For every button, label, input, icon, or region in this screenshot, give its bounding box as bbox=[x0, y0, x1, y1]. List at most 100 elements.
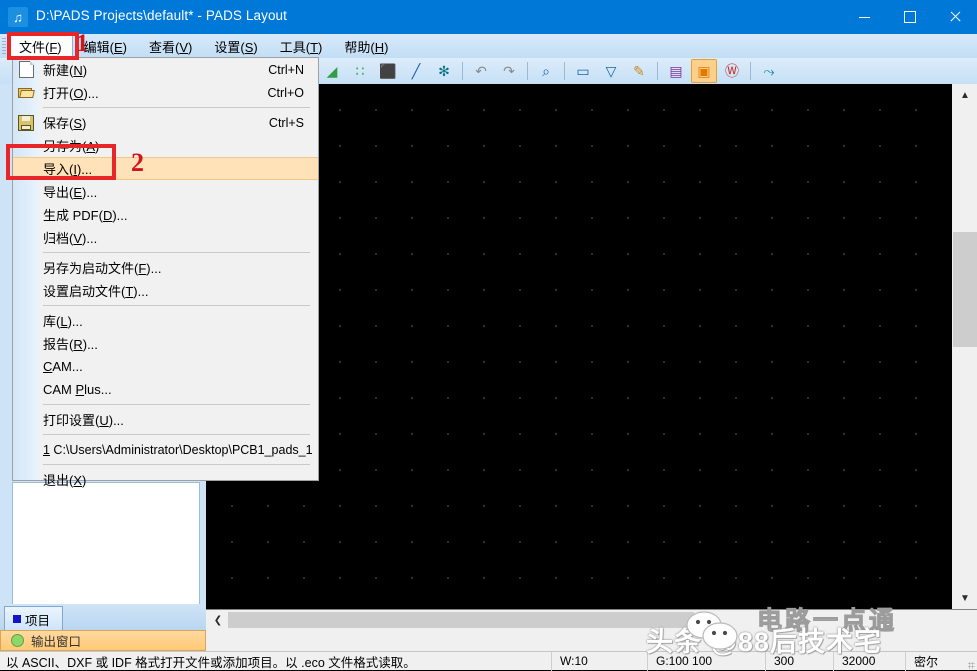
menu-item-library[interactable]: 库(L)... bbox=[13, 309, 318, 332]
menu-setup[interactable]: 设置(S) bbox=[203, 35, 268, 57]
split-plane-icon[interactable]: ✻ bbox=[431, 59, 457, 83]
scroll-left-icon[interactable]: ❮ bbox=[208, 610, 228, 630]
design-rules-icon[interactable]: ◢ bbox=[319, 59, 345, 83]
menu-tools[interactable]: 工具(T) bbox=[269, 35, 334, 57]
vertical-scrollbar-thumb[interactable] bbox=[953, 232, 977, 347]
project-tree-area[interactable] bbox=[12, 482, 200, 612]
menu-item-label: 设置启动文件(T)... bbox=[43, 284, 149, 299]
menu-item-cam[interactable]: CAM... bbox=[13, 355, 318, 378]
menu-item-label: CAM Plus... bbox=[43, 382, 112, 397]
menu-item-save[interactable]: 保存(S) Ctrl+S bbox=[13, 111, 318, 134]
menu-label: 查看(V) bbox=[149, 39, 193, 55]
menu-item-reports[interactable]: 报告(R)... bbox=[13, 332, 318, 355]
menu-item-label: 打开(O)... bbox=[43, 86, 99, 101]
minimize-icon bbox=[859, 16, 870, 18]
minimize-button[interactable] bbox=[842, 0, 887, 34]
menubar-grip[interactable] bbox=[2, 38, 6, 54]
scroll-up-icon[interactable]: ▲ bbox=[952, 84, 977, 106]
vertical-scrollbar[interactable]: ▲ ▼ bbox=[951, 84, 977, 609]
menu-item-label: 1 C:\Users\Administrator\Desktop\PCB1_pa… bbox=[43, 442, 313, 457]
menu-mnemonic: E bbox=[113, 39, 123, 55]
output-window-label: 输出窗口 bbox=[31, 635, 82, 649]
tab-project[interactable]: 项目 bbox=[4, 606, 64, 631]
design-rules-icon-glyph: ◢ bbox=[326, 63, 338, 79]
menu-item-recent-file-1[interactable]: 1 C:\Users\Administrator\Desktop\PCB1_pa… bbox=[13, 438, 318, 461]
split-plane-icon-glyph: ✻ bbox=[438, 63, 450, 79]
redo-icon[interactable]: ↷ bbox=[496, 59, 522, 83]
redraw-icon[interactable]: ✎ bbox=[626, 59, 652, 83]
menu-label: 工具(T) bbox=[279, 39, 323, 55]
view-extents-icon[interactable]: ▽ bbox=[598, 59, 624, 83]
menu-item-open[interactable]: 打开(O)... Ctrl+O bbox=[13, 81, 318, 104]
menu-item-save-as-startup[interactable]: 另存为启动文件(F)... bbox=[13, 256, 318, 279]
zoom-icon[interactable]: ⌕ bbox=[533, 59, 559, 83]
toolbar-buttons: ◢ ∷ ⬛ ╱ ✻ ↶ ↷ ⌕ ▭ ▽ ✎ ▤ ▣ Ⓦ ⤳ bbox=[318, 58, 783, 84]
output-window-tab[interactable]: 输出窗口 bbox=[0, 630, 206, 651]
maximize-button[interactable] bbox=[887, 0, 932, 34]
menu-item-exit[interactable]: 退出(X) bbox=[13, 468, 318, 491]
menu-mnemonic: H bbox=[374, 39, 385, 55]
route-icon[interactable]: ╱ bbox=[403, 59, 429, 83]
status-units: 密尔 bbox=[905, 651, 961, 671]
menu-item-set-startup[interactable]: 设置启动文件(T)... bbox=[13, 279, 318, 302]
menu-item-icon-slot bbox=[13, 408, 39, 431]
zoom-icon-glyph: ⌕ bbox=[542, 63, 550, 79]
menu-mnemonic: T bbox=[310, 39, 319, 55]
menu-item-label: 退出(X) bbox=[43, 473, 87, 488]
display-colors-icon[interactable]: ▣ bbox=[691, 59, 717, 83]
menu-item-new[interactable]: 新建(N) Ctrl+N bbox=[13, 58, 318, 81]
view-board-icon-glyph: ▭ bbox=[576, 63, 590, 79]
toolbar-separator bbox=[564, 62, 565, 80]
resize-grip-icon[interactable] bbox=[961, 652, 977, 671]
query-modeless-icon[interactable]: Ⓦ bbox=[719, 59, 745, 83]
undo-icon[interactable]: ↶ bbox=[468, 59, 494, 83]
menu-item-icon-slot bbox=[13, 309, 39, 332]
close-button[interactable] bbox=[932, 0, 977, 34]
toolbar-separator bbox=[750, 62, 751, 80]
maximize-icon bbox=[903, 11, 916, 23]
net-icon[interactable]: ⤳ bbox=[756, 59, 782, 83]
menu-label: 编辑(E) bbox=[83, 39, 127, 55]
menu-item-icon-slot bbox=[13, 468, 39, 491]
menu-item-archive[interactable]: 归档(V)... bbox=[13, 226, 318, 249]
menu-item-accelerator: Ctrl+S bbox=[268, 115, 304, 130]
horizontal-scrollbar[interactable]: ❮ bbox=[206, 609, 977, 630]
menu-item-icon-slot bbox=[13, 111, 39, 134]
output-status-icon bbox=[11, 634, 24, 647]
project-tab-icon bbox=[13, 615, 21, 623]
toolbar-separator bbox=[527, 62, 528, 80]
pcb-canvas-container: ▲ ▼ bbox=[206, 84, 977, 609]
menu-item-cam-plus[interactable]: CAM Plus... bbox=[13, 378, 318, 401]
menu-mnemonic: S bbox=[244, 39, 254, 55]
new-file-icon bbox=[18, 61, 34, 78]
menu-view[interactable]: 查看(V) bbox=[138, 35, 203, 57]
horizontal-scrollbar-thumb[interactable] bbox=[228, 612, 694, 628]
menu-item-print-setup[interactable]: 打印设置(U)... bbox=[13, 408, 318, 431]
menu-item-generate-pdf[interactable]: 生成 PDF(D)... bbox=[13, 203, 318, 226]
layers-icon[interactable]: ▤ bbox=[663, 59, 689, 83]
scroll-down-icon[interactable]: ▼ bbox=[952, 587, 977, 609]
board-outline-icon-glyph: ⬛ bbox=[379, 63, 397, 79]
menu-item-export[interactable]: 导出(E)... bbox=[13, 180, 318, 203]
redo-icon-glyph: ↷ bbox=[503, 63, 515, 79]
menu-help[interactable]: 帮助(H) bbox=[333, 35, 399, 57]
menu-label: 设置(S) bbox=[214, 39, 258, 55]
query-modeless-icon-glyph: Ⓦ bbox=[725, 63, 739, 79]
menu-separator bbox=[43, 305, 310, 306]
pour-manager-icon[interactable]: ∷ bbox=[347, 59, 373, 83]
menu-item-accelerator: Ctrl+N bbox=[268, 62, 304, 77]
menu-item-label: 保存(S) bbox=[43, 116, 87, 131]
menu-separator bbox=[43, 107, 310, 108]
redraw-icon-glyph: ✎ bbox=[633, 63, 645, 79]
menu-item-label: 导出(E)... bbox=[43, 185, 98, 200]
menu-item-label: 库(L)... bbox=[43, 314, 83, 329]
project-panel-tabstrip: 项目 bbox=[0, 604, 206, 631]
view-board-icon[interactable]: ▭ bbox=[570, 59, 596, 83]
board-outline-icon[interactable]: ⬛ bbox=[375, 59, 401, 83]
view-extents-icon-glyph: ▽ bbox=[605, 63, 617, 79]
save-file-icon bbox=[18, 114, 34, 131]
display-colors-icon-glyph: ▣ bbox=[697, 63, 711, 79]
pour-manager-icon-glyph: ∷ bbox=[355, 63, 365, 79]
status-fields: W:10 G:100 100 300 32000 密尔 bbox=[551, 651, 961, 671]
menu-item-label: 报告(R)... bbox=[43, 337, 98, 352]
